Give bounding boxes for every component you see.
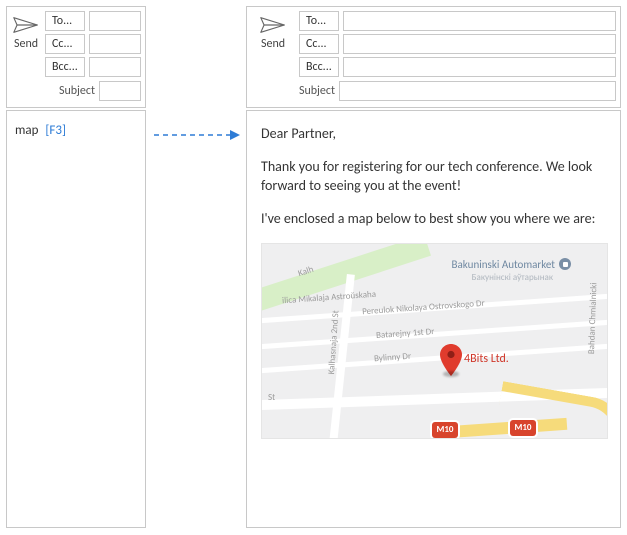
bcc-button[interactable]: Bcc... <box>299 57 339 77</box>
send-icon <box>13 15 39 35</box>
to-button[interactable]: To... <box>299 11 339 31</box>
subject-label: Subject <box>251 84 335 98</box>
cc-button[interactable]: Cc... <box>299 34 339 54</box>
compose-header-left: Send To... Cc... Bcc... Subject <box>6 6 146 108</box>
map-pin-icon <box>440 344 462 376</box>
cc-field[interactable] <box>89 34 141 54</box>
map-poi: Bakuninski Automarket <box>452 258 571 271</box>
cc-field[interactable] <box>343 34 616 54</box>
to-field[interactable] <box>89 11 141 31</box>
send-button[interactable]: Send <box>251 11 295 53</box>
message-body-right[interactable]: Dear Partner, Thank you for registering … <box>246 110 621 528</box>
body-paragraph: I've enclosed a map below to best show y… <box>261 210 606 229</box>
subject-field[interactable] <box>339 81 616 101</box>
bcc-field[interactable] <box>89 57 141 77</box>
map-pin-label: 4Bits Ltd. <box>464 352 509 366</box>
shop-icon <box>559 258 571 270</box>
send-icon <box>260 15 286 35</box>
map-poi-sub: Бакунінскі аўтарынак <box>472 272 553 283</box>
bcc-field[interactable] <box>343 57 616 77</box>
map-street-label: Bylinny Dr <box>374 350 412 364</box>
map-image: Kalh ilica Mikalaja Astroŭskaha Pereulok… <box>261 243 608 439</box>
subject-field[interactable] <box>99 81 141 101</box>
expand-arrow <box>152 128 242 142</box>
to-field[interactable] <box>343 11 616 31</box>
body-paragraph: Dear Partner, <box>261 125 606 144</box>
message-body-left[interactable]: map [F3] <box>6 110 146 528</box>
map-street-label: Pereulok Nikolaya Ostrovskogo Dr <box>362 297 485 317</box>
send-label: Send <box>261 37 285 51</box>
map-street-label: Batarejny 1st Dr <box>376 326 435 341</box>
snippet-shortcut: [F3] <box>45 123 66 138</box>
route-shield: M10 <box>432 422 458 438</box>
map-street-label: St <box>268 392 275 403</box>
snippet-keyword: map <box>15 123 38 138</box>
map-street-label: Bahdan Chmialnicki <box>586 282 599 354</box>
cc-button[interactable]: Cc... <box>45 34 85 54</box>
map-poi-name: Bakuninski Automarket <box>452 258 555 271</box>
subject-label: Subject <box>11 84 95 98</box>
body-paragraph: Thank you for registering for our tech c… <box>261 158 606 196</box>
bcc-button[interactable]: Bcc... <box>45 57 85 77</box>
send-label: Send <box>14 37 38 51</box>
compose-header-right: Send To... Cc... Bcc... Subject <box>246 6 621 108</box>
route-shield: M10 <box>510 420 536 436</box>
send-button[interactable]: Send <box>11 11 41 53</box>
to-button[interactable]: To... <box>45 11 85 31</box>
